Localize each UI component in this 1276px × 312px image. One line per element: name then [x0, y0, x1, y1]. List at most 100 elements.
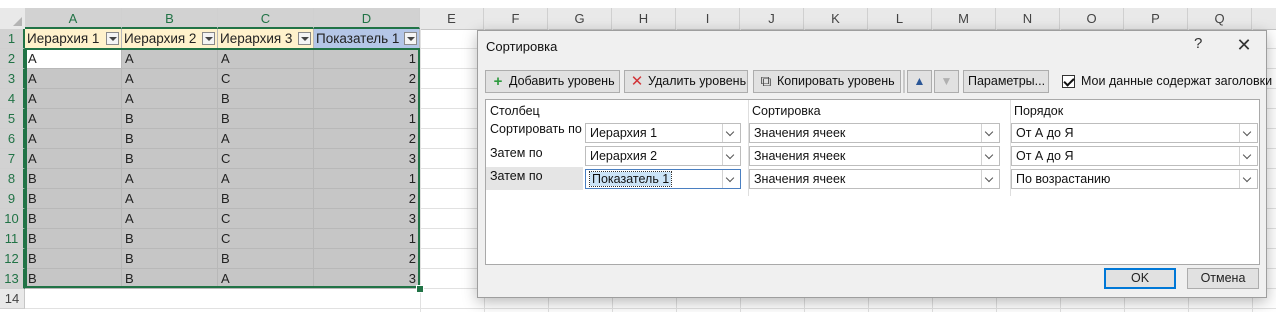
- chevron-down-icon[interactable]: [722, 124, 740, 142]
- header-cell-indicator-1[interactable]: Показатель 1: [314, 29, 420, 49]
- level-1-sort-on-select[interactable]: Значения ячеек: [749, 123, 1000, 143]
- row-header-9[interactable]: 9: [0, 189, 25, 209]
- row-header-14[interactable]: 14: [0, 289, 25, 309]
- row-header-13[interactable]: 13: [0, 269, 25, 289]
- table-cell[interactable]: A: [218, 129, 314, 149]
- add-level-button[interactable]: + Добавить уровень: [485, 70, 620, 93]
- chevron-down-icon[interactable]: [722, 170, 740, 188]
- table-cell[interactable]: 3: [314, 89, 420, 109]
- table-cell[interactable]: 2: [314, 129, 420, 149]
- header-cell-hierarchy-2[interactable]: Иерархия 2: [122, 29, 218, 49]
- table-cell[interactable]: C: [218, 209, 314, 229]
- column-header-m[interactable]: M: [932, 8, 996, 29]
- table-cell[interactable]: 1: [314, 49, 420, 69]
- table-cell[interactable]: B: [122, 149, 218, 169]
- fill-handle[interactable]: [416, 285, 424, 293]
- column-header-l[interactable]: L: [868, 8, 932, 29]
- table-cell[interactable]: B: [25, 189, 122, 209]
- table-cell[interactable]: A: [25, 49, 122, 69]
- filter-dropdown-icon[interactable]: [404, 32, 417, 45]
- level-1-column-select[interactable]: Иерархия 1: [585, 123, 741, 143]
- level-1-order-select[interactable]: От А до Я: [1011, 123, 1258, 143]
- table-cell[interactable]: B: [122, 249, 218, 269]
- table-cell[interactable]: B: [25, 229, 122, 249]
- table-cell[interactable]: B: [122, 129, 218, 149]
- chevron-down-icon[interactable]: [981, 147, 999, 165]
- table-cell[interactable]: 3: [314, 269, 420, 289]
- table-cell[interactable]: A: [25, 149, 122, 169]
- table-cell[interactable]: A: [122, 169, 218, 189]
- level-3-sort-on-select[interactable]: Значения ячеек: [749, 169, 1000, 189]
- table-cell[interactable]: B: [25, 209, 122, 229]
- column-header-g[interactable]: G: [548, 8, 612, 29]
- table-cell[interactable]: 3: [314, 209, 420, 229]
- close-icon[interactable]: ✕: [1232, 33, 1256, 57]
- row-header-5[interactable]: 5: [0, 109, 25, 129]
- table-cell[interactable]: B: [25, 169, 122, 189]
- move-down-button[interactable]: ▼: [934, 70, 959, 93]
- table-cell[interactable]: 1: [314, 229, 420, 249]
- table-cell[interactable]: B: [122, 229, 218, 249]
- table-cell[interactable]: A: [122, 49, 218, 69]
- column-header-q[interactable]: Q: [1188, 8, 1252, 29]
- table-cell[interactable]: 3: [314, 149, 420, 169]
- table-cell[interactable]: B: [218, 189, 314, 209]
- table-cell[interactable]: 2: [314, 249, 420, 269]
- table-cell[interactable]: A: [25, 89, 122, 109]
- row-header-2[interactable]: 2: [0, 49, 25, 69]
- column-header-f[interactable]: F: [484, 8, 548, 29]
- table-cell[interactable]: A: [122, 189, 218, 209]
- table-cell[interactable]: C: [218, 69, 314, 89]
- table-cell[interactable]: A: [218, 169, 314, 189]
- table-cell[interactable]: A: [122, 69, 218, 89]
- copy-level-button[interactable]: ⧉ Копировать уровень: [753, 70, 901, 93]
- row-header-1[interactable]: 1: [0, 29, 25, 49]
- chevron-down-icon[interactable]: [722, 147, 740, 165]
- chevron-down-icon[interactable]: [1239, 147, 1257, 165]
- level-2-sort-on-select[interactable]: Значения ячеек: [749, 146, 1000, 166]
- table-cell[interactable]: A: [218, 269, 314, 289]
- row-header-7[interactable]: 7: [0, 149, 25, 169]
- table-cell[interactable]: A: [25, 109, 122, 129]
- options-button[interactable]: Параметры...: [963, 70, 1049, 93]
- column-header-b[interactable]: B: [122, 8, 218, 29]
- delete-level-button[interactable]: ✕ Удалить уровень: [624, 70, 748, 93]
- column-header-o[interactable]: O: [1060, 8, 1124, 29]
- table-cell[interactable]: B: [25, 249, 122, 269]
- column-header-a[interactable]: A: [25, 8, 122, 29]
- table-cell[interactable]: B: [25, 269, 122, 289]
- row-header-11[interactable]: 11: [0, 229, 25, 249]
- sort-dialog[interactable]: Сортировка ? ✕ + Добавить уровень ✕ Удалит…: [477, 30, 1272, 298]
- table-cell[interactable]: A: [25, 129, 122, 149]
- table-cell[interactable]: A: [122, 209, 218, 229]
- table-cell[interactable]: A: [218, 49, 314, 69]
- has-headers-checkbox[interactable]: [1062, 75, 1075, 88]
- chevron-down-icon[interactable]: [1239, 124, 1257, 142]
- table-cell[interactable]: B: [218, 249, 314, 269]
- cancel-button[interactable]: Отмена: [1187, 268, 1259, 289]
- ok-button[interactable]: OK: [1104, 268, 1176, 289]
- column-header-h[interactable]: H: [612, 8, 676, 29]
- row-header-10[interactable]: 10: [0, 209, 25, 229]
- chevron-down-icon[interactable]: [981, 124, 999, 142]
- table-cell[interactable]: A: [25, 69, 122, 89]
- row-header-8[interactable]: 8: [0, 169, 25, 189]
- level-3-column-select[interactable]: Показатель 1: [585, 169, 741, 189]
- filter-dropdown-icon[interactable]: [106, 32, 119, 45]
- filter-dropdown-icon[interactable]: [202, 32, 215, 45]
- row-header-4[interactable]: 4: [0, 89, 25, 109]
- select-all-corner[interactable]: [0, 8, 26, 29]
- row-header-12[interactable]: 12: [0, 249, 25, 269]
- level-3-order-select[interactable]: По возрастанию: [1011, 169, 1258, 189]
- table-cell[interactable]: 1: [314, 109, 420, 129]
- move-up-button[interactable]: ▲: [907, 70, 932, 93]
- table-cell[interactable]: B: [122, 109, 218, 129]
- header-cell-hierarchy-1[interactable]: Иерархия 1: [25, 29, 122, 49]
- table-cell[interactable]: B: [122, 269, 218, 289]
- table-cell[interactable]: 1: [314, 169, 420, 189]
- filter-dropdown-icon[interactable]: [298, 32, 311, 45]
- table-cell[interactable]: 2: [314, 189, 420, 209]
- table-cell[interactable]: B: [218, 89, 314, 109]
- has-headers-label[interactable]: Мои данные содержат заголовки: [1081, 74, 1272, 88]
- column-header-n[interactable]: N: [996, 8, 1060, 29]
